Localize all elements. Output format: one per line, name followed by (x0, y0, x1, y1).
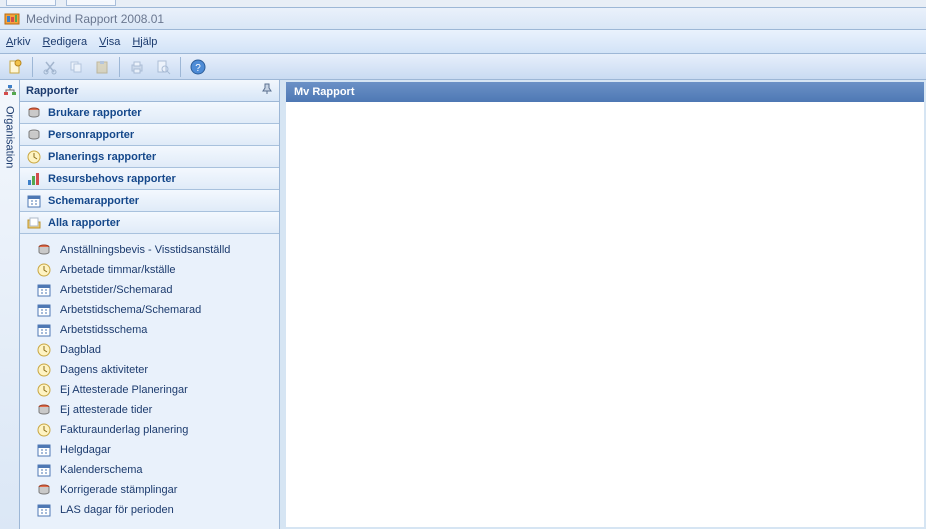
sidebar-category[interactable]: Personrapporter (20, 124, 279, 146)
report-item[interactable]: LAS dagar för perioden (20, 500, 279, 520)
sidebar-category[interactable]: Alla rapporter (20, 212, 279, 234)
toolbar-separator (180, 57, 181, 77)
report-label: Arbetstidschema/Schemarad (60, 304, 201, 316)
help-button[interactable]: ? (187, 56, 209, 78)
paste-button[interactable] (91, 56, 113, 78)
menubar: Arkiv Redigera Visa Hjälp (0, 30, 926, 54)
report-item[interactable]: Helgdagar (20, 440, 279, 460)
new-doc-button[interactable] (4, 56, 26, 78)
report-item[interactable]: Kalenderschema (20, 460, 279, 480)
toolbar-separator (119, 57, 120, 77)
report-label: Helgdagar (60, 444, 111, 456)
sidebar-category[interactable]: Brukare rapporter (20, 102, 279, 124)
report-item[interactable]: Ej attesterade tider (20, 400, 279, 420)
report-label: Arbetstidsschema (60, 324, 147, 336)
org-side-tab[interactable]: Organisation (0, 80, 20, 529)
toolbar-separator (32, 57, 33, 77)
sidebar-title: Rapporter (26, 85, 79, 97)
menu-hjalp[interactable]: Hjälp (132, 36, 157, 48)
print-button[interactable] (126, 56, 148, 78)
report-label: Arbetade timmar/kställe (60, 264, 176, 276)
cut-button[interactable] (39, 56, 61, 78)
report-label: Anställningsbevis - Visstidsanställd (60, 244, 230, 256)
svg-text:?: ? (195, 63, 201, 74)
copy-button[interactable] (65, 56, 87, 78)
report-label: Kalenderschema (60, 464, 143, 476)
report-item[interactable]: Korrigerade stämplingar (20, 480, 279, 500)
report-label: Arbetstider/Schemarad (60, 284, 173, 296)
report-item[interactable]: Arbetstider/Schemarad (20, 280, 279, 300)
content-header: Mv Rapport (286, 82, 924, 102)
category-label: Brukare rapporter (48, 107, 142, 119)
content-title: Mv Rapport (294, 86, 355, 98)
org-tab-label: Organisation (4, 106, 16, 168)
toolbar: ? (0, 54, 926, 80)
category-label: Alla rapporter (48, 217, 120, 229)
legacy-tab-strip (0, 0, 926, 8)
content-panel: Mv Rapport (286, 82, 924, 527)
sidebar-category[interactable]: Resursbehovs rapporter (20, 168, 279, 190)
report-item[interactable]: Dagblad (20, 340, 279, 360)
category-label: Personrapporter (48, 129, 134, 141)
category-label: Schemarapporter (48, 195, 139, 207)
preview-button[interactable] (152, 56, 174, 78)
report-label: Dagens aktiviteter (60, 364, 148, 376)
report-label: LAS dagar för perioden (60, 504, 174, 516)
report-item[interactable]: Arbetade timmar/kställe (20, 260, 279, 280)
report-label: Dagblad (60, 344, 101, 356)
report-item[interactable]: Ej Attesterade Planeringar (20, 380, 279, 400)
report-item[interactable]: Arbetstidschema/Schemarad (20, 300, 279, 320)
ghost-tab (6, 0, 56, 6)
pin-icon[interactable] (261, 83, 273, 98)
report-label: Korrigerade stämplingar (60, 484, 177, 496)
category-label: Resursbehovs rapporter (48, 173, 176, 185)
menu-redigera[interactable]: Redigera (42, 36, 87, 48)
category-label: Planerings rapporter (48, 151, 156, 163)
report-label: Ej Attesterade Planeringar (60, 384, 188, 396)
ghost-tab (66, 0, 116, 6)
report-list: Anställningsbevis - Visstidsanställd Arbe… (20, 234, 279, 529)
report-label: Ej attesterade tider (60, 404, 152, 416)
sidebar-category[interactable]: Planerings rapporter (20, 146, 279, 168)
menu-arkiv[interactable]: Arkiv (6, 36, 30, 48)
menu-visa[interactable]: Visa (99, 36, 120, 48)
report-item[interactable]: Dagens aktiviteter (20, 360, 279, 380)
content-body (286, 102, 924, 527)
report-item[interactable]: Anställningsbevis - Visstidsanställd (20, 240, 279, 260)
app-icon (4, 11, 20, 27)
report-item[interactable]: Fakturaunderlag planering (20, 420, 279, 440)
window-title: Medvind Rapport 2008.01 (26, 12, 164, 26)
report-item[interactable]: Arbetstidsschema (20, 320, 279, 340)
report-label: Fakturaunderlag planering (60, 424, 188, 436)
org-icon (2, 84, 18, 100)
sidebar-category[interactable]: Schemarapporter (20, 190, 279, 212)
sidebar-header: Rapporter (20, 80, 279, 102)
window-titlebar: Medvind Rapport 2008.01 (0, 8, 926, 30)
sidebar: Rapporter Brukare rapporter Personrapport… (20, 80, 280, 529)
